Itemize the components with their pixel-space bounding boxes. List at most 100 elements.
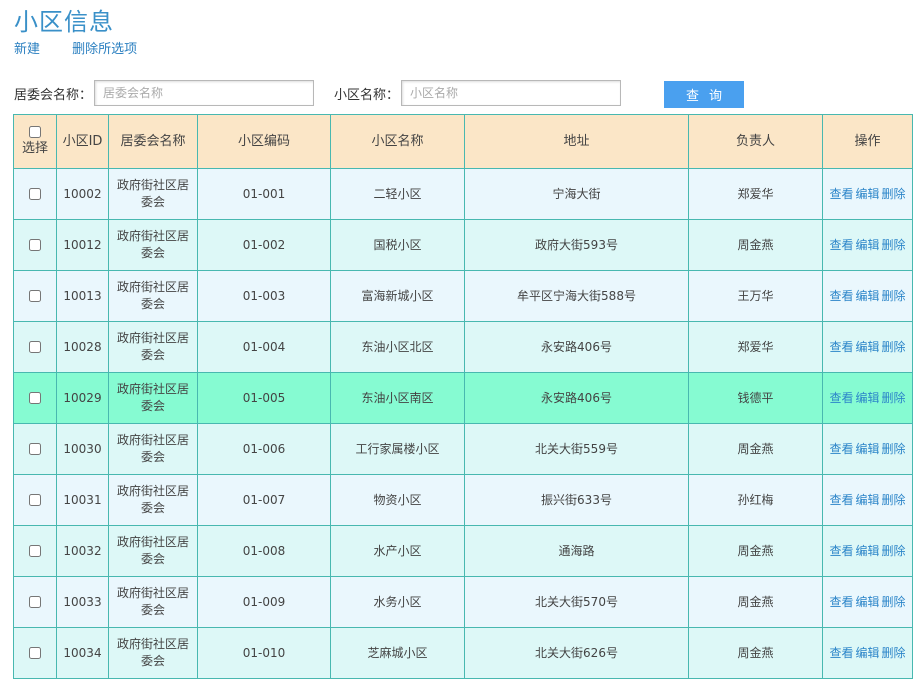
- cell-code: 01-007: [197, 474, 331, 526]
- view-link[interactable]: 查看: [829, 544, 853, 558]
- cell-manager: 钱德平: [688, 372, 823, 424]
- edit-link[interactable]: 编辑: [855, 544, 879, 558]
- edit-link[interactable]: 编辑: [855, 646, 879, 660]
- cell-name: 芝麻城小区: [330, 627, 465, 679]
- header-committee: 居委会名称: [108, 114, 198, 169]
- header-name: 小区名称: [330, 114, 465, 169]
- view-link[interactable]: 查看: [829, 646, 853, 660]
- table-row[interactable]: 10013 政府街社区居委会 01-003 富海新城小区 牟平区宁海大街588号 王万华查…: [13, 270, 913, 322]
- header-manager: 负责人: [688, 114, 823, 169]
- delete-link[interactable]: 删除: [882, 187, 906, 201]
- cell-manager: 周金燕: [688, 423, 823, 475]
- cell-id: 10028: [56, 321, 109, 373]
- cell-name: 国税小区: [330, 219, 465, 271]
- cell-committee: 政府街社区居委会: [108, 576, 198, 628]
- row-checkbox[interactable]: [29, 239, 41, 251]
- cell-code: 01-010: [197, 627, 331, 679]
- edit-link[interactable]: 编辑: [855, 442, 879, 456]
- cell-id: 10002: [56, 168, 109, 220]
- view-link[interactable]: 查看: [829, 238, 853, 252]
- table-row[interactable]: 10032 政府街社区居委会 01-008 水产小区 通海路 周金燕 查看 编辑 删除: [13, 525, 913, 577]
- delete-link[interactable]: 删除: [882, 493, 906, 507]
- row-checkbox[interactable]: [29, 596, 41, 608]
- row-checkbox[interactable]: [29, 392, 41, 404]
- header-code: 小区编码: [197, 114, 331, 169]
- edit-link[interactable]: 编辑: [855, 595, 879, 609]
- delete-selected-link[interactable]: 删除所选项: [72, 42, 137, 57]
- delete-link[interactable]: 删除: [882, 544, 906, 558]
- row-checkbox[interactable]: [29, 341, 41, 353]
- edit-link[interactable]: 编辑: [855, 493, 879, 507]
- view-link[interactable]: 查看: [829, 493, 853, 507]
- table-row[interactable]: 10033 政府街社区居委会 01-009 水务小区 北关大街570号 周金燕 查看 编辑 删除: [13, 576, 913, 628]
- delete-link[interactable]: 删除: [882, 646, 906, 660]
- delete-link[interactable]: 删除: [882, 238, 906, 252]
- delete-link[interactable]: 删除: [882, 340, 906, 354]
- table-row[interactable]: 10034 政府街社区居委会 01-010 芝麻城小区 北关大街626号 周金燕 查看 编辑删…: [13, 627, 913, 679]
- view-link[interactable]: 查看: [829, 340, 853, 354]
- cell-manager: 周金燕: [688, 627, 823, 679]
- row-checkbox[interactable]: [29, 647, 41, 659]
- cell-address: 振兴街633号: [464, 474, 689, 526]
- view-link[interactable]: 查看: [829, 289, 853, 303]
- view-link[interactable]: 查看: [829, 391, 853, 405]
- cell-committee: 政府街社区居委会: [108, 423, 198, 475]
- row-checkbox[interactable]: [29, 494, 41, 506]
- table-row[interactable]: 10031 政府街社区居委会 01-007 物资小区 振兴街633号 孙红梅 查看 编辑 删除: [13, 474, 913, 526]
- cell-id: 10029: [56, 372, 109, 424]
- cell-ops: 查看 编辑 删除: [822, 270, 913, 322]
- edit-link[interactable]: 编辑: [855, 391, 879, 405]
- cell-ops: 查看 编辑 删除: [822, 576, 913, 628]
- table-row[interactable]: 10002 政府街社区居委会 01-001 二轻小区 宁海大街 郑爱华 查看 编辑 删除: [13, 168, 913, 220]
- cell-name: 二轻小区: [330, 168, 465, 220]
- view-link[interactable]: 查看: [829, 442, 853, 456]
- community-search-input[interactable]: [401, 80, 621, 106]
- cell-code: 01-002: [197, 219, 331, 271]
- cell-address: 永安路406号: [464, 372, 689, 424]
- view-link[interactable]: 查看: [829, 595, 853, 609]
- cell-ops: 查看 编辑 删除: [822, 474, 913, 526]
- query-button[interactable]: 查询: [664, 81, 744, 108]
- committee-label: 居委会名称：: [14, 88, 93, 103]
- cell-address: 北关大街559号: [464, 423, 689, 475]
- edit-link[interactable]: 编辑: [855, 289, 879, 303]
- edit-link[interactable]: 编辑: [855, 340, 879, 354]
- action-links: 新建 删除所选项: [14, 38, 137, 57]
- row-select-cell: [13, 219, 57, 271]
- cell-code: 01-006: [197, 423, 331, 475]
- edit-link[interactable]: 编辑: [855, 238, 879, 252]
- row-checkbox[interactable]: [29, 188, 41, 200]
- cell-name: 东油小区北区: [330, 321, 465, 373]
- cell-committee: 政府街社区居委会: [108, 474, 198, 526]
- new-link[interactable]: 新建: [14, 42, 40, 57]
- community-table: 选择 小区ID 居委会名称 小区编码 小区名称 地址 负责人 操作 10002 政…: [13, 114, 913, 679]
- cell-address: 北关大街626号: [464, 627, 689, 679]
- row-select-cell: [13, 321, 57, 373]
- search-bar: 居委会名称： 小区名称： 查询: [14, 80, 914, 108]
- row-checkbox[interactable]: [29, 545, 41, 557]
- table-row[interactable]: 10028 政府街社区居委会 01-004 东油小区北区 永安路406号 郑爱华 查看 编辑删…: [13, 321, 913, 373]
- header-select: 选择: [13, 114, 57, 169]
- cell-id: 10012: [56, 219, 109, 271]
- cell-ops: 查看 编辑 删除: [822, 627, 913, 679]
- select-all-checkbox[interactable]: [29, 126, 41, 138]
- page-title: 小区信息: [14, 8, 114, 36]
- view-link[interactable]: 查看: [829, 187, 853, 201]
- row-checkbox[interactable]: [29, 290, 41, 302]
- cell-ops: 查看 编辑 删除: [822, 525, 913, 577]
- cell-address: 政府大街593号: [464, 219, 689, 271]
- table-row[interactable]: 10012 政府街社区居委会 01-002 国税小区 政府大街593号 周金燕 查看 编辑 删除: [13, 219, 913, 271]
- cell-name: 东油小区南区: [330, 372, 465, 424]
- cell-manager: 郑爱华: [688, 321, 823, 373]
- row-checkbox[interactable]: [29, 443, 41, 455]
- delete-link[interactable]: 删除: [882, 442, 906, 456]
- cell-code: 01-005: [197, 372, 331, 424]
- delete-link[interactable]: 删除: [882, 595, 906, 609]
- edit-link[interactable]: 编辑: [855, 187, 879, 201]
- table-row[interactable]: 10030 政府街社区居委会 01-006 工行家属楼小区 北关大街559号 周金燕 查看编…: [13, 423, 913, 475]
- delete-link[interactable]: 删除: [882, 391, 906, 405]
- committee-search-input[interactable]: [94, 80, 314, 106]
- cell-code: 01-008: [197, 525, 331, 577]
- table-row[interactable]: 10029 政府街社区居委会 01-005 东油小区南区 永安路406号 钱德平 查看 编辑删…: [13, 372, 913, 424]
- delete-link[interactable]: 删除: [882, 289, 906, 303]
